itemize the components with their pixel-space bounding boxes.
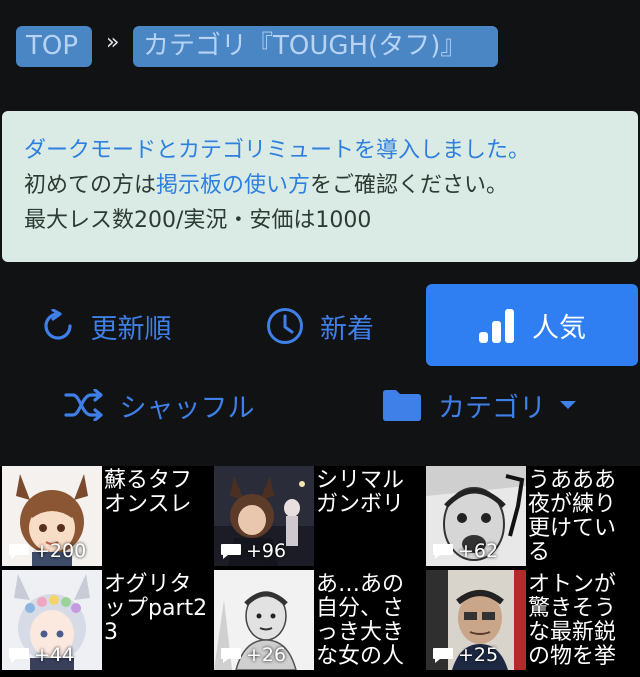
thread-title[interactable]: オグリタップpart23 <box>104 573 210 645</box>
folder-icon <box>383 390 421 421</box>
sort-popular-label: 人気 <box>532 312 586 344</box>
comment-icon <box>9 647 29 663</box>
reply-count-value: +62 <box>458 540 499 562</box>
breadcrumb-separator: » <box>106 30 120 55</box>
clock-icon <box>267 308 303 344</box>
thread-card[interactable]: +26 あ…あの自分、さっき大きな女の人 <box>212 570 424 670</box>
reply-count: +96 <box>220 539 286 563</box>
reply-count-value: +44 <box>34 644 75 666</box>
notice-box: ダークモードとカテゴリミュートを導入しました。 初めての方は掲示板の使い方をご確… <box>2 111 638 262</box>
comment-icon <box>433 647 453 663</box>
reply-count-value: +26 <box>246 644 287 666</box>
breadcrumb: TOP » カテゴリ『TOUGH(タフ)』 <box>0 0 640 100</box>
category-label: カテゴリ <box>438 392 546 424</box>
reply-count: +200 <box>8 539 86 563</box>
sort-update-button[interactable]: 更新順 <box>0 284 212 368</box>
reply-count-value: +200 <box>34 540 87 562</box>
thread-title[interactable]: あ…あの自分、さっき大きな女の人 <box>316 573 422 669</box>
thread-card[interactable]: +25 オトンが驚きそうな最新鋭の物を挙 <box>424 570 636 670</box>
reply-count: +44 <box>8 643 74 667</box>
reply-count-value: +96 <box>246 540 287 562</box>
shuffle-label: シャッフル <box>119 392 255 424</box>
reply-count: +26 <box>220 643 286 667</box>
reply-count: +62 <box>432 539 498 563</box>
notice-guide-suffix: をご確認ください。 <box>310 173 509 198</box>
thread-title[interactable]: オトンが驚きそうな最新鋭の物を挙 <box>528 573 634 669</box>
notice-guide-prefix: 初めての方は <box>24 173 157 198</box>
sort-update-label: 更新順 <box>90 313 172 345</box>
shuffle-button[interactable]: シャッフル <box>0 366 318 444</box>
shuffle-icon <box>63 389 103 421</box>
chevron-down-icon <box>560 401 576 409</box>
breadcrumb-category-link[interactable]: カテゴリ『TOUGH(タフ)』 <box>133 26 498 67</box>
page: TOP » カテゴリ『TOUGH(タフ)』 ダークモードとカテゴリミュートを導入… <box>0 0 640 677</box>
sort-new-label: 新着 <box>320 313 374 345</box>
thread-card[interactable]: +96 シリマルガンボリ <box>212 466 424 566</box>
refresh-icon <box>43 309 72 340</box>
comment-icon <box>221 647 241 663</box>
thread-card[interactable]: +62 うあああ夜が練り更けている <box>424 466 636 566</box>
comment-icon <box>9 543 29 559</box>
thread-title[interactable]: シリマルガンボリ <box>316 469 422 517</box>
thread-title[interactable]: 蘇るタフオンスレ <box>104 469 210 517</box>
sort-bar: 更新順 新着 人気 シャッフル カテゴリ <box>0 282 640 442</box>
notice-announcement-link[interactable]: ダークモードとカテゴリミュートを導入しました。 <box>24 133 616 168</box>
thread-grid: +200 蘇るタフオンスレ +96 シリマルガンボリ +62 うあああ夜が練り更… <box>0 466 640 677</box>
notice-guide-line: 初めての方は掲示板の使い方をご確認ください。 <box>24 168 616 203</box>
comment-icon <box>433 543 453 559</box>
bar-chart-icon <box>479 309 514 343</box>
notice-guide-link[interactable]: 掲示板の使い方 <box>156 173 310 198</box>
reply-count-value: +25 <box>458 644 499 666</box>
breadcrumb-top-link[interactable]: TOP <box>16 26 92 67</box>
sort-new-button[interactable]: 新着 <box>214 284 426 368</box>
sort-popular-button[interactable]: 人気 <box>426 284 638 366</box>
notice-limits-text: 最大レス数200/実況・安価は1000 <box>24 208 372 233</box>
reply-count: +25 <box>432 643 498 667</box>
thread-card[interactable]: +200 蘇るタフオンスレ <box>0 466 212 566</box>
thread-card[interactable]: +44 オグリタップpart23 <box>0 570 212 670</box>
thread-title[interactable]: うあああ夜が練り更けている <box>528 469 634 565</box>
category-dropdown-button[interactable]: カテゴリ <box>320 366 638 444</box>
comment-icon <box>221 543 241 559</box>
